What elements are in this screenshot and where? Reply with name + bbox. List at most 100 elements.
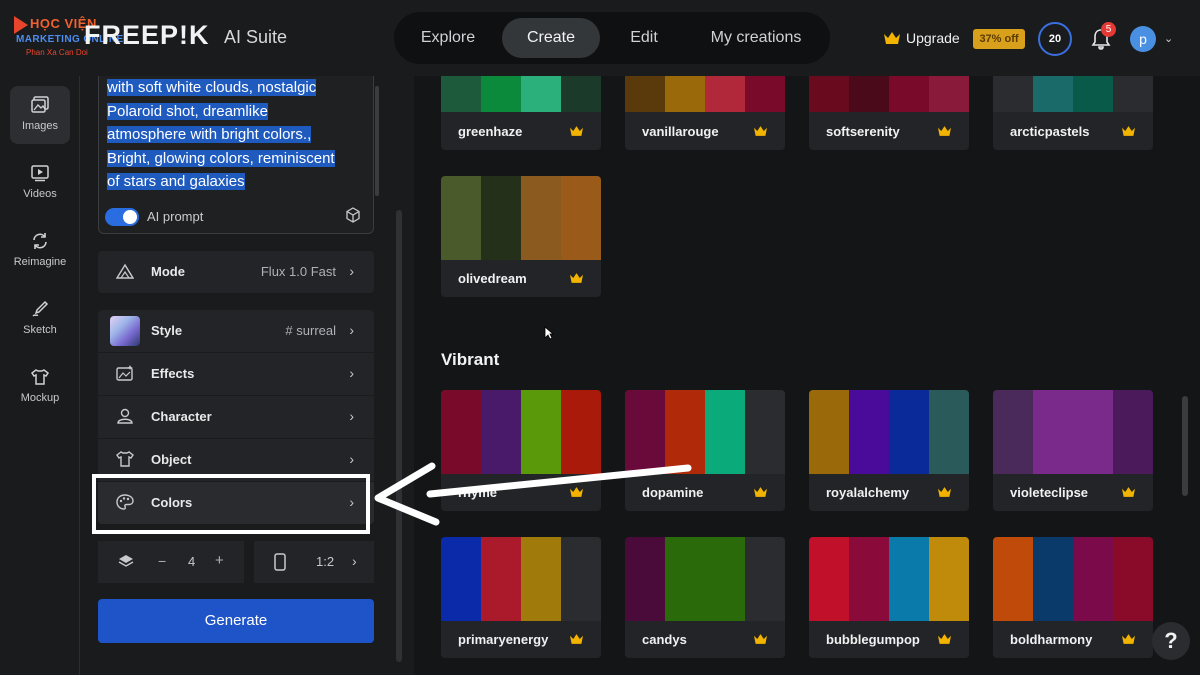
palette-card-vanillarouge[interactable]: vanillarouge bbox=[625, 76, 785, 150]
notification-count: 5 bbox=[1101, 22, 1116, 37]
crown-icon bbox=[570, 634, 583, 644]
palette-card-softserenity[interactable]: softserenity bbox=[809, 76, 969, 150]
swatch bbox=[665, 537, 705, 621]
chevron-down-icon[interactable]: ⌄ bbox=[1164, 32, 1173, 45]
rail-item-sketch[interactable]: Sketch bbox=[10, 290, 70, 348]
palette-card-violeteclipse[interactable]: violeteclipse bbox=[993, 390, 1153, 511]
swatch bbox=[849, 390, 889, 474]
crown-icon bbox=[1122, 487, 1135, 497]
crown-icon bbox=[938, 487, 951, 497]
swatch bbox=[745, 76, 785, 112]
rail-item-videos[interactable]: Videos bbox=[10, 154, 70, 212]
style-thumbnail bbox=[110, 316, 140, 346]
crown-icon bbox=[754, 634, 767, 644]
prompt-scrollbar[interactable] bbox=[375, 86, 379, 196]
cube-icon[interactable] bbox=[345, 207, 361, 223]
panel-scrollbar[interactable] bbox=[396, 210, 402, 662]
palette-card-candys[interactable]: candys bbox=[625, 537, 785, 658]
palette-name: candys bbox=[642, 632, 687, 647]
swatch bbox=[1113, 390, 1153, 474]
rail-item-reimagine[interactable]: Reimagine bbox=[10, 222, 70, 280]
palette-name: violeteclipse bbox=[1010, 485, 1089, 500]
style-value: # surreal bbox=[285, 323, 336, 338]
left-rail: Images Videos Reimagine Sketch Mockup bbox=[0, 76, 80, 675]
swatch bbox=[705, 76, 745, 112]
images-icon bbox=[31, 96, 49, 113]
tab-create[interactable]: Create bbox=[502, 18, 600, 58]
phone-icon bbox=[274, 553, 286, 571]
ai-prompt-toggle[interactable] bbox=[105, 208, 139, 226]
palette-card-boldharmony[interactable]: boldharmony bbox=[993, 537, 1153, 658]
tab-explore[interactable]: Explore bbox=[406, 18, 490, 58]
swatch bbox=[521, 537, 561, 621]
mode-value: Flux 1.0 Fast bbox=[260, 264, 336, 279]
tab-my-creations[interactable]: My creations bbox=[694, 18, 818, 58]
rail-item-mockup[interactable]: Mockup bbox=[10, 358, 70, 416]
rail-item-images[interactable]: Images bbox=[10, 86, 70, 144]
mode-label: Mode bbox=[151, 264, 185, 279]
chevron-right-icon: › bbox=[352, 553, 357, 569]
swatch bbox=[745, 390, 785, 474]
swatch bbox=[561, 76, 601, 112]
swatch bbox=[521, 176, 561, 260]
prompt-line: of stars and galaxies bbox=[107, 173, 245, 190]
swatch bbox=[481, 76, 521, 112]
swatch bbox=[929, 537, 969, 621]
palette-name: bubblegumpop bbox=[826, 632, 920, 647]
mode-row[interactable]: Mode Flux 1.0 Fast › bbox=[98, 251, 374, 293]
person-icon bbox=[117, 408, 133, 424]
aspect-ratio-value: 1:2 bbox=[316, 554, 335, 569]
swatch bbox=[481, 176, 521, 260]
increment-button[interactable]: + bbox=[215, 552, 224, 569]
palette-card-olivedream[interactable]: olivedream bbox=[441, 176, 601, 297]
palette-card-greenhaze[interactable]: greenhaze bbox=[441, 76, 601, 150]
palette-name: primaryenergy bbox=[458, 632, 549, 647]
mockup-icon bbox=[31, 369, 49, 385]
upgrade-button[interactable]: Upgrade bbox=[884, 30, 960, 46]
swatch bbox=[849, 76, 889, 112]
effects-label: Effects bbox=[151, 366, 195, 381]
swatch bbox=[809, 390, 849, 474]
image-count-value: 4 bbox=[188, 554, 196, 569]
rail-label-reimagine: Reimagine bbox=[13, 256, 67, 268]
crown-icon bbox=[754, 487, 767, 497]
prompt-box[interactable]: with soft white clouds, nostalgic Polaro… bbox=[98, 76, 379, 234]
palette-card-primaryenergy[interactable]: primaryenergy bbox=[441, 537, 601, 658]
avatar[interactable]: p bbox=[1130, 26, 1156, 52]
help-button[interactable]: ? bbox=[1152, 622, 1190, 660]
crown-icon bbox=[1122, 634, 1135, 644]
palette-card-bubblegumpop[interactable]: bubblegumpop bbox=[809, 537, 969, 658]
prompt-text[interactable]: with soft white clouds, nostalgic Polaro… bbox=[107, 76, 359, 194]
style-row[interactable]: Style # surreal › bbox=[98, 310, 374, 352]
chevron-right-icon: › bbox=[349, 365, 354, 381]
crown-icon bbox=[754, 126, 767, 136]
prompt-line: with soft white clouds, nostalgic bbox=[107, 79, 317, 96]
style-label: Style bbox=[151, 323, 183, 338]
aspect-ratio-selector[interactable]: 1:2 › bbox=[254, 541, 374, 583]
upgrade-label: Upgrade bbox=[906, 30, 960, 46]
top-bar: HỌC VIỆN MARKETING ONLINE Phan Xa Can Do… bbox=[0, 0, 1200, 76]
object-label: Object bbox=[151, 452, 192, 467]
rail-label-sketch: Sketch bbox=[23, 324, 57, 336]
tab-edit[interactable]: Edit bbox=[614, 18, 674, 58]
swatch bbox=[705, 537, 745, 621]
swatch bbox=[1073, 537, 1113, 621]
decrement-button[interactable]: − bbox=[158, 553, 166, 569]
create-panel: with soft white clouds, nostalgic Polaro… bbox=[84, 76, 406, 675]
discount-badge[interactable]: 37% off bbox=[973, 29, 1025, 49]
swatch bbox=[993, 76, 1033, 112]
character-row[interactable]: Character › bbox=[98, 396, 374, 438]
crown-icon bbox=[938, 126, 951, 136]
chevron-right-icon: › bbox=[349, 322, 354, 338]
generate-button[interactable]: Generate bbox=[98, 599, 374, 643]
swatch bbox=[481, 537, 521, 621]
gallery-scrollbar[interactable] bbox=[1182, 396, 1188, 496]
palette-card-royalalchemy[interactable]: royalalchemy bbox=[809, 390, 969, 511]
swatch bbox=[561, 176, 601, 260]
palette-card-arcticpastels[interactable]: arcticpastels bbox=[993, 76, 1153, 150]
brand-logo[interactable]: FREEP!K bbox=[84, 20, 210, 51]
credits-counter[interactable]: 20 bbox=[1038, 22, 1072, 56]
effects-row[interactable]: Effects › bbox=[98, 353, 374, 395]
swatch bbox=[809, 76, 849, 112]
annotation-arrow bbox=[374, 462, 692, 526]
